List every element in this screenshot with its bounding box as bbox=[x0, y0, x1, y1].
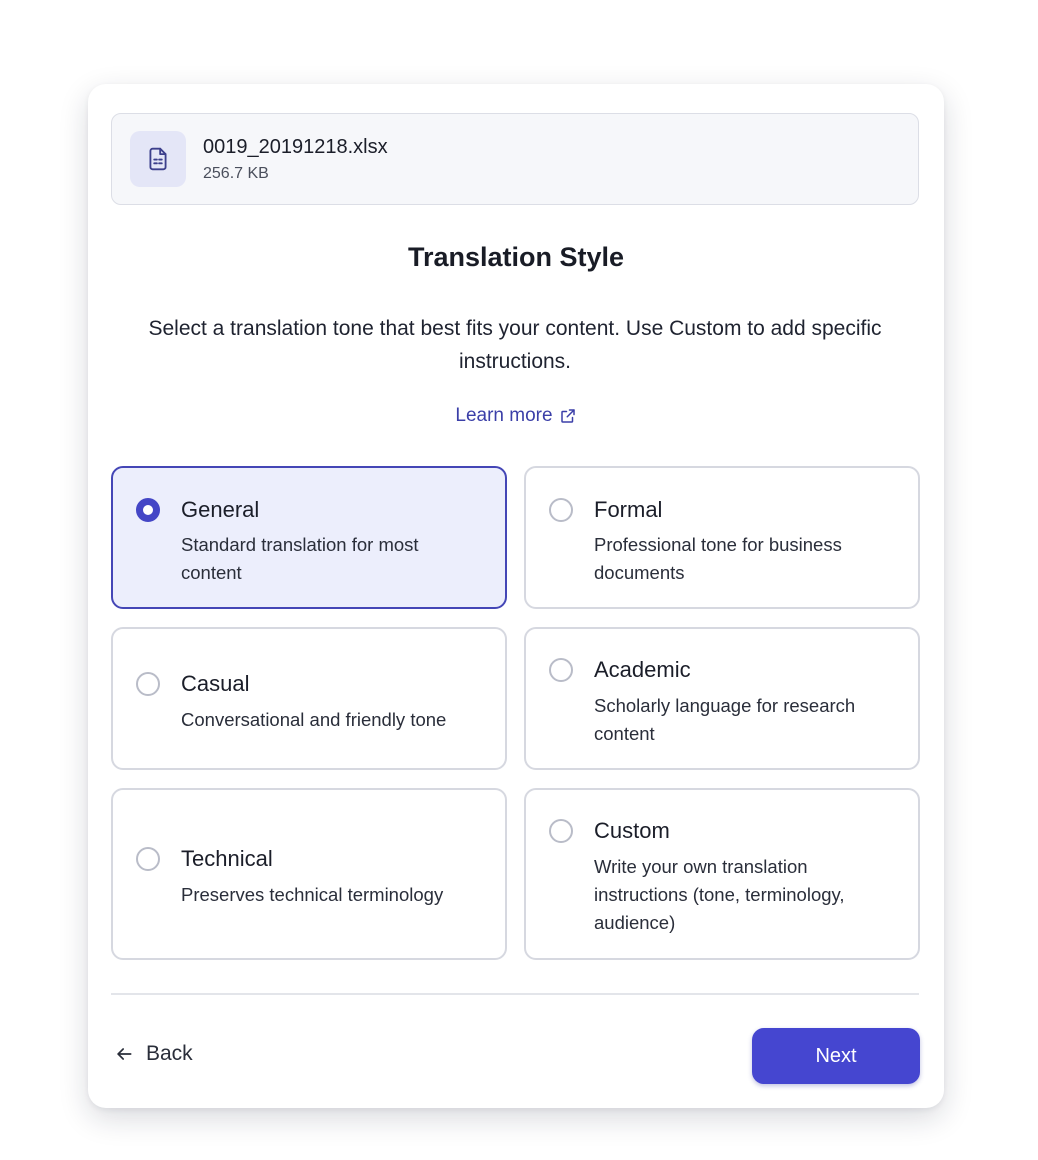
file-name: 0019_20191218.xlsx bbox=[203, 136, 388, 158]
option-title: Custom bbox=[594, 818, 670, 843]
back-button[interactable]: Back bbox=[114, 1042, 193, 1066]
option-academic[interactable]: Academic Scholarly language for research… bbox=[524, 627, 920, 770]
option-description: Scholarly language for research content bbox=[594, 695, 856, 744]
option-title: General bbox=[181, 497, 260, 522]
option-title: Academic bbox=[594, 657, 691, 682]
option-title: Technical bbox=[181, 846, 273, 871]
page-title: Translation Style bbox=[407, 242, 625, 272]
learn-more-link[interactable]: Learn more bbox=[88, 405, 944, 427]
option-description: Conversational and friendly tone bbox=[181, 709, 447, 730]
spreadsheet-file-icon bbox=[149, 147, 167, 171]
file-size: 256.7 KB bbox=[203, 165, 269, 182]
option-description: Preserves technical terminology bbox=[181, 884, 444, 905]
option-technical[interactable]: Technical Preserves technical terminolog… bbox=[111, 788, 507, 960]
file-icon-tile bbox=[130, 131, 186, 187]
option-description: Write your own translation instructions … bbox=[594, 856, 845, 933]
radio-formal[interactable] bbox=[549, 498, 573, 522]
radio-custom[interactable] bbox=[549, 819, 573, 843]
option-description: Professional tone for business documents bbox=[594, 534, 842, 583]
option-general[interactable]: General Standard translation for most co… bbox=[111, 466, 507, 609]
back-label: Back bbox=[146, 1042, 193, 1065]
arrow-left-icon bbox=[117, 1048, 132, 1060]
radio-academic[interactable] bbox=[549, 658, 573, 682]
option-title: Formal bbox=[594, 497, 663, 522]
option-formal[interactable]: Formal Professional tone for business do… bbox=[524, 466, 920, 609]
footer-divider bbox=[111, 993, 919, 995]
page-subtitle: Select a translation tone that best fits… bbox=[148, 317, 882, 373]
file-info: 0019_20191218.xlsx 256.7 KB bbox=[111, 113, 919, 205]
option-casual[interactable]: Casual Conversational and friendly tone bbox=[111, 627, 507, 770]
radio-casual[interactable] bbox=[136, 672, 160, 696]
external-link-icon bbox=[560, 409, 575, 423]
learn-more-label: Learn more bbox=[455, 405, 553, 426]
option-custom[interactable]: Custom Write your own translation instru… bbox=[524, 788, 920, 960]
radio-technical[interactable] bbox=[136, 847, 160, 871]
option-description: Standard translation for most content bbox=[181, 534, 419, 583]
translation-style-card: 0019_20191218.xlsx 256.7 KB Translation … bbox=[88, 84, 944, 1108]
option-title: Casual bbox=[181, 671, 250, 696]
radio-general[interactable] bbox=[136, 498, 160, 522]
next-button[interactable]: Next bbox=[752, 1028, 920, 1084]
